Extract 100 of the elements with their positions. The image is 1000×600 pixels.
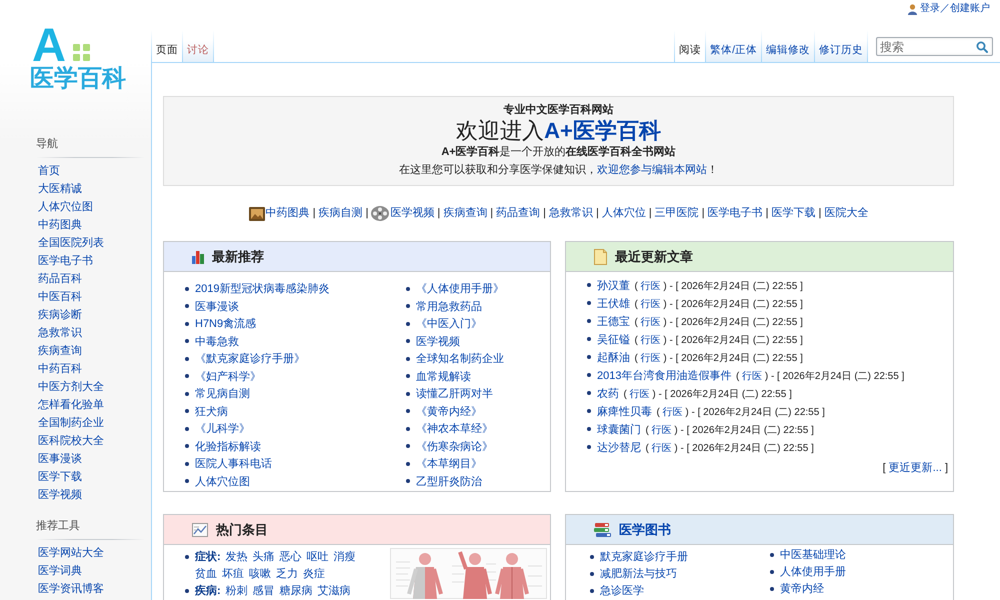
article-link[interactable]: 孙汉董: [597, 280, 630, 292]
article-link[interactable]: 麻痺性贝毒: [597, 406, 652, 418]
sidebar-link[interactable]: 疾病查询: [38, 342, 82, 360]
quick-link[interactable]: 疾病自测: [318, 205, 363, 222]
term-link[interactable]: 呕吐: [306, 549, 329, 564]
sidebar-link[interactable]: 医学下载: [38, 468, 82, 486]
search-field[interactable]: 搜索: [876, 37, 993, 56]
article-link[interactable]: 急诊医学: [600, 583, 644, 598]
term-link[interactable]: 恶心: [280, 549, 302, 564]
article-link[interactable]: 《本草纲目》: [416, 456, 482, 472]
article-link[interactable]: 《黄帝内经》: [416, 404, 482, 419]
article-link[interactable]: 《伤寒杂病论》: [416, 438, 493, 454]
article-link[interactable]: 乙型肝炎防治: [416, 474, 482, 489]
panel-title[interactable]: 医学图书: [619, 520, 671, 538]
term-link[interactable]: 艾滋病: [318, 583, 351, 598]
quick-link[interactable]: 医学下载: [771, 205, 816, 222]
user-link[interactable]: 行医: [640, 317, 661, 328]
sidebar-link[interactable]: 全国制药企业: [38, 414, 104, 432]
article-link[interactable]: 化验指标解读: [195, 438, 261, 454]
article-link[interactable]: 起酥油: [597, 352, 630, 364]
sidebar-link[interactable]: 医学网站大全: [38, 544, 104, 562]
article-link[interactable]: 狂犬病: [195, 404, 228, 419]
term-link[interactable]: 咳嗽: [249, 566, 271, 581]
article-link[interactable]: 球囊菌门: [597, 424, 641, 436]
quick-link[interactable]: 医学电子书: [708, 205, 763, 222]
sidebar-link[interactable]: 首页: [38, 162, 60, 180]
user-link[interactable]: 行医: [630, 389, 650, 400]
sidebar-link[interactable]: 中医百科: [38, 288, 82, 306]
term-link[interactable]: 感冒: [252, 583, 275, 598]
sidebar-link[interactable]: 医学电子书: [38, 252, 93, 270]
term-link[interactable]: 发热: [226, 549, 248, 564]
search-icon[interactable]: [976, 40, 988, 52]
article-link[interactable]: 人体使用手册: [780, 564, 846, 579]
article-link[interactable]: 医院人事科电话: [195, 456, 272, 472]
article-link[interactable]: 黄帝内经: [780, 581, 824, 596]
article-link[interactable]: 医事漫谈: [195, 298, 239, 314]
user-link[interactable]: 行医: [652, 443, 672, 454]
article-link[interactable]: 《神农本草经》: [416, 421, 493, 436]
user-link[interactable]: 行医: [742, 371, 762, 382]
article-link[interactable]: 《默克家庭诊疗手册》: [195, 351, 305, 366]
article-link[interactable]: 达沙替尼: [597, 442, 641, 454]
quick-link[interactable]: 中药图典: [266, 205, 310, 222]
term-link[interactable]: 坏疽: [222, 566, 244, 581]
sidebar-link[interactable]: 药品百科: [38, 270, 82, 288]
article-link[interactable]: 常见病自测: [195, 386, 250, 402]
article-link[interactable]: 《中医入门》: [416, 316, 482, 332]
article-link[interactable]: 中医基础理论: [780, 547, 846, 562]
term-link[interactable]: 头痛: [252, 549, 275, 564]
sidebar-link[interactable]: 医学资讯博客: [38, 580, 104, 598]
term-link[interactable]: 消瘦: [334, 549, 356, 564]
sidebar-link[interactable]: 人体穴位图: [38, 198, 93, 216]
quick-link[interactable]: 急救常识: [549, 205, 593, 222]
article-link[interactable]: 《人体使用手册》: [416, 281, 504, 296]
term-link[interactable]: 炎症: [303, 566, 325, 581]
sidebar-link[interactable]: 怎样看化验单: [38, 396, 104, 414]
article-link[interactable]: 王德宝: [597, 316, 630, 328]
article-link[interactable]: 减肥新法与技巧: [600, 566, 677, 581]
article-link[interactable]: 人体穴位图: [195, 474, 250, 489]
sidebar-link[interactable]: 医科院校大全: [38, 432, 104, 450]
quick-link[interactable]: 药品查询: [496, 205, 540, 222]
sidebar-link[interactable]: 大医精诚: [38, 180, 82, 198]
article-link[interactable]: 全球知名制药企业: [416, 351, 504, 366]
user-link[interactable]: 行医: [652, 425, 672, 436]
view-tab[interactable]: 编辑修改: [761, 30, 814, 62]
login-link[interactable]: 登录／创建账户: [920, 3, 990, 15]
sidebar-link[interactable]: 中药百科: [38, 360, 82, 378]
sidebar-link[interactable]: 医事漫谈: [38, 450, 82, 468]
sidebar-link[interactable]: 中医方剂大全: [38, 378, 104, 396]
quick-link[interactable]: 医院大全: [824, 205, 868, 222]
article-link[interactable]: 医学视频: [416, 334, 460, 349]
article-link[interactable]: 默克家庭诊疗手册: [600, 549, 688, 564]
article-link[interactable]: 常用急救药品: [416, 298, 482, 314]
quick-link[interactable]: 人体穴位: [602, 205, 646, 222]
article-link[interactable]: 吴征镒: [597, 334, 630, 346]
view-tab[interactable]: 繁体/正体: [705, 30, 761, 62]
view-tab[interactable]: 修订历史: [814, 30, 867, 62]
article-link[interactable]: 读懂乙肝两对半: [416, 386, 493, 402]
term-link[interactable]: 贫血: [195, 566, 217, 581]
quick-link[interactable]: 三甲医院: [654, 205, 699, 222]
quick-link[interactable]: 医学视频: [390, 205, 434, 222]
category-link[interactable]: 疾病:: [195, 583, 221, 598]
sidebar-link[interactable]: 疾病诊断: [38, 306, 82, 324]
category-link[interactable]: 症状:: [195, 549, 221, 564]
article-link[interactable]: 《儿科学》: [195, 421, 250, 436]
more-updates-link[interactable]: 更近更新...: [888, 462, 942, 474]
article-link[interactable]: 王伏雄: [597, 298, 630, 310]
quick-link[interactable]: 疾病查询: [443, 205, 488, 222]
sidebar-link[interactable]: 急救常识: [38, 324, 82, 342]
user-link[interactable]: 行医: [640, 281, 661, 292]
user-link[interactable]: 行医: [662, 407, 683, 418]
sidebar-link[interactable]: 中药图典: [38, 216, 82, 234]
sidebar-link[interactable]: 医学词典: [38, 562, 82, 580]
edit-invite-link[interactable]: 欢迎您参与编辑本网站: [597, 164, 707, 176]
term-link[interactable]: 乏力: [276, 566, 298, 581]
article-link[interactable]: 2019新型冠状病毒感染肺炎: [195, 281, 330, 296]
term-link[interactable]: 糖尿病: [280, 583, 313, 598]
article-link[interactable]: 2013年台湾食用油造假事件: [597, 370, 732, 382]
article-link[interactable]: 血常规解读: [416, 368, 471, 384]
sidebar-link[interactable]: 医学视频: [38, 486, 82, 504]
user-link[interactable]: 行医: [640, 335, 661, 346]
